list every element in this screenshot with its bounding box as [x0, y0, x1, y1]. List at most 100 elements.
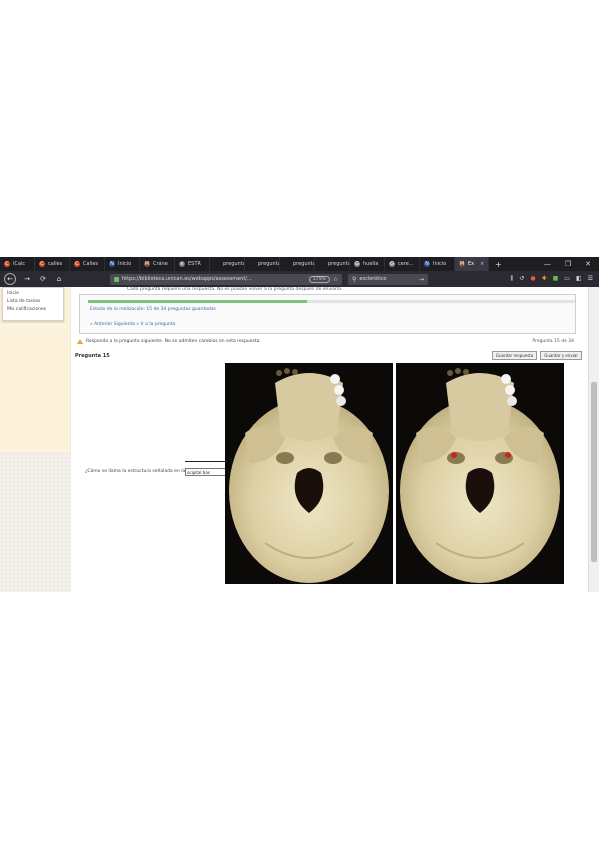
tab-label: ESTR	[188, 261, 201, 267]
scrollbar-thumb[interactable]	[591, 382, 597, 562]
progress-bar	[88, 300, 575, 303]
puzzle-icon[interactable]: ✚	[542, 275, 547, 283]
sidebar-dropdown-menu: Inicio Lista de tareas Mis calificacione…	[2, 287, 64, 321]
back-button[interactable]: ←	[4, 273, 16, 285]
tab-favicon-icon: N	[109, 261, 115, 267]
save-answer-button[interactable]: Guardar respuesta	[491, 351, 538, 360]
browser-tab[interactable]: N Inicio	[420, 257, 455, 271]
new-tab-button[interactable]: +	[489, 260, 508, 269]
browser-tab[interactable]: e ESTR	[175, 257, 210, 271]
tab-favicon-icon	[284, 261, 290, 267]
addon-icon[interactable]: ■	[553, 275, 559, 283]
reload-button[interactable]: ⟳	[38, 275, 48, 283]
history-icon[interactable]: ↺	[519, 275, 524, 283]
tab-label: iCalc	[13, 261, 26, 267]
tab-label: preguntas	[223, 261, 244, 267]
go-arrow-icon[interactable]: →	[419, 276, 424, 283]
browser-screenshot: CiCalc Ccalles C Calles N Inicio M Cráne e ESTR pr…	[0, 257, 599, 592]
browser-tab[interactable]: Ccalles	[35, 257, 70, 271]
notice-message: Responda a la pregunta siguiente. No se …	[77, 339, 261, 344]
tab-label: Inicio	[433, 261, 447, 267]
screenshot-icon[interactable]: ▭	[564, 275, 570, 283]
browser-tab[interactable]: CiCalc	[0, 257, 35, 271]
skull-base-drawing	[229, 368, 389, 583]
close-window-button[interactable]: ✕	[585, 260, 591, 268]
tab-label: Ex	[468, 261, 475, 267]
browser-tab[interactable]: preguntas	[210, 257, 245, 271]
pointer-line	[185, 461, 225, 462]
browser-tab[interactable]: M Cráne	[140, 257, 175, 271]
zoom-level[interactable]: 175%	[308, 275, 330, 283]
menu-item-inicio[interactable]: Inicio	[7, 290, 59, 298]
tab-favicon-icon: C	[39, 261, 45, 267]
address-bar[interactable]: https://biblioteca.unican.es/webapps/ass…	[110, 273, 342, 285]
skull-base-drawing-marked	[400, 368, 560, 583]
tab-label: preguntas	[258, 261, 279, 267]
url-text: https://biblioteca.unican.es/webapps/ass…	[122, 276, 252, 282]
progress-status-text: Estado de la realización: 15 de 34 pregu…	[90, 307, 216, 312]
sidebar-pattern	[0, 452, 70, 592]
window-controls: — ❐ ✕	[544, 260, 599, 268]
browser-tab[interactable]: C Calles	[70, 257, 105, 271]
extension-icon[interactable]: ●	[530, 275, 535, 283]
tab-label: cere...	[398, 261, 414, 267]
question-navigation-link[interactable]: « Anterior Siguiente » Ir a la pregunta	[90, 322, 175, 327]
tab-favicon-icon	[249, 261, 255, 267]
browser-tab[interactable]: preguntas	[280, 257, 315, 271]
skull-image-right	[396, 363, 564, 584]
question-buttons: Guardar respuesta Guardar y enviar	[491, 351, 582, 360]
save-submit-button[interactable]: Guardar y enviar	[540, 351, 582, 360]
answer-input[interactable]: ocipital bas	[185, 468, 227, 476]
tab-label: preguntas	[328, 261, 349, 267]
test-status-panel: Estado de la realización: 15 de 34 pregu…	[79, 294, 576, 334]
tab-label: preguntas	[293, 261, 314, 267]
warning-icon	[77, 339, 83, 344]
vertical-scrollbar[interactable]	[588, 287, 599, 592]
main-panel: Cada pregunta requiere una respuesta. No…	[70, 287, 588, 592]
browser-tab[interactable]: N Inicio	[105, 257, 140, 271]
tab-favicon-icon: G	[354, 261, 360, 267]
tab-favicon-icon: M	[459, 261, 465, 267]
tab-label: Cráne	[153, 261, 168, 267]
minimize-button[interactable]: —	[544, 260, 551, 268]
tab-favicon-icon: G	[389, 261, 395, 267]
forward-button[interactable]: →	[22, 275, 32, 283]
search-icon: ⚲	[352, 275, 357, 283]
skull-image-left	[225, 363, 393, 584]
tab-strip: CiCalc Ccalles C Calles N Inicio M Cráne e ESTR pr…	[0, 257, 599, 271]
menu-item-tareas[interactable]: Lista de tareas	[7, 298, 59, 306]
star-icon[interactable]: ☆	[333, 276, 338, 283]
question-title: Pregunta 15	[75, 353, 110, 359]
navigation-toolbar: ← → ⟳ ⌂ https://biblioteca.unican.es/web…	[0, 271, 599, 287]
tab-favicon-icon	[319, 261, 325, 267]
search-query: esclerótico	[359, 276, 387, 282]
menu-item-calificaciones[interactable]: Mis calificaciones	[7, 306, 59, 314]
tab-label: Calles	[83, 261, 99, 267]
left-sidebar: Inicio Lista de tareas Mis calificacione…	[0, 287, 70, 592]
browser-tab[interactable]: M Ex ×	[455, 257, 489, 271]
home-button[interactable]: ⌂	[54, 275, 64, 283]
close-tab-icon[interactable]: ×	[480, 261, 484, 267]
progress-fill	[88, 300, 308, 303]
menu-icon[interactable]: ☰	[588, 275, 593, 283]
tab-favicon-icon: C	[74, 261, 80, 267]
tab-favicon-icon: C	[4, 261, 10, 267]
tab-favicon-icon: e	[179, 261, 185, 267]
toolbar-icons: ⫼ ↺ ● ✚ ■ ▭ ◧ ☰	[511, 275, 595, 283]
tab-favicon-icon: M	[144, 261, 150, 267]
tab-label: Inicio	[118, 261, 132, 267]
browser-tab[interactable]: preguntas	[315, 257, 350, 271]
maximize-button[interactable]: ❐	[565, 260, 571, 268]
question-counter: Pregunta 15 de 34	[532, 339, 574, 344]
browser-tab[interactable]: Gcere...	[385, 257, 420, 271]
browser-tab[interactable]: Ghuella	[350, 257, 385, 271]
test-instructions: Cada pregunta requiere una respuesta. No…	[127, 287, 343, 292]
page-content: Inicio Lista de tareas Mis calificacione…	[0, 287, 599, 592]
tab-label: calles	[48, 261, 63, 267]
browser-tab[interactable]: preguntas	[245, 257, 280, 271]
skull-images	[225, 363, 565, 584]
library-icon[interactable]: ⫼	[511, 275, 514, 283]
sync-icon[interactable]: ◧	[576, 275, 582, 283]
lock-icon	[114, 276, 119, 282]
search-box[interactable]: ⚲ esclerótico →	[348, 273, 428, 285]
